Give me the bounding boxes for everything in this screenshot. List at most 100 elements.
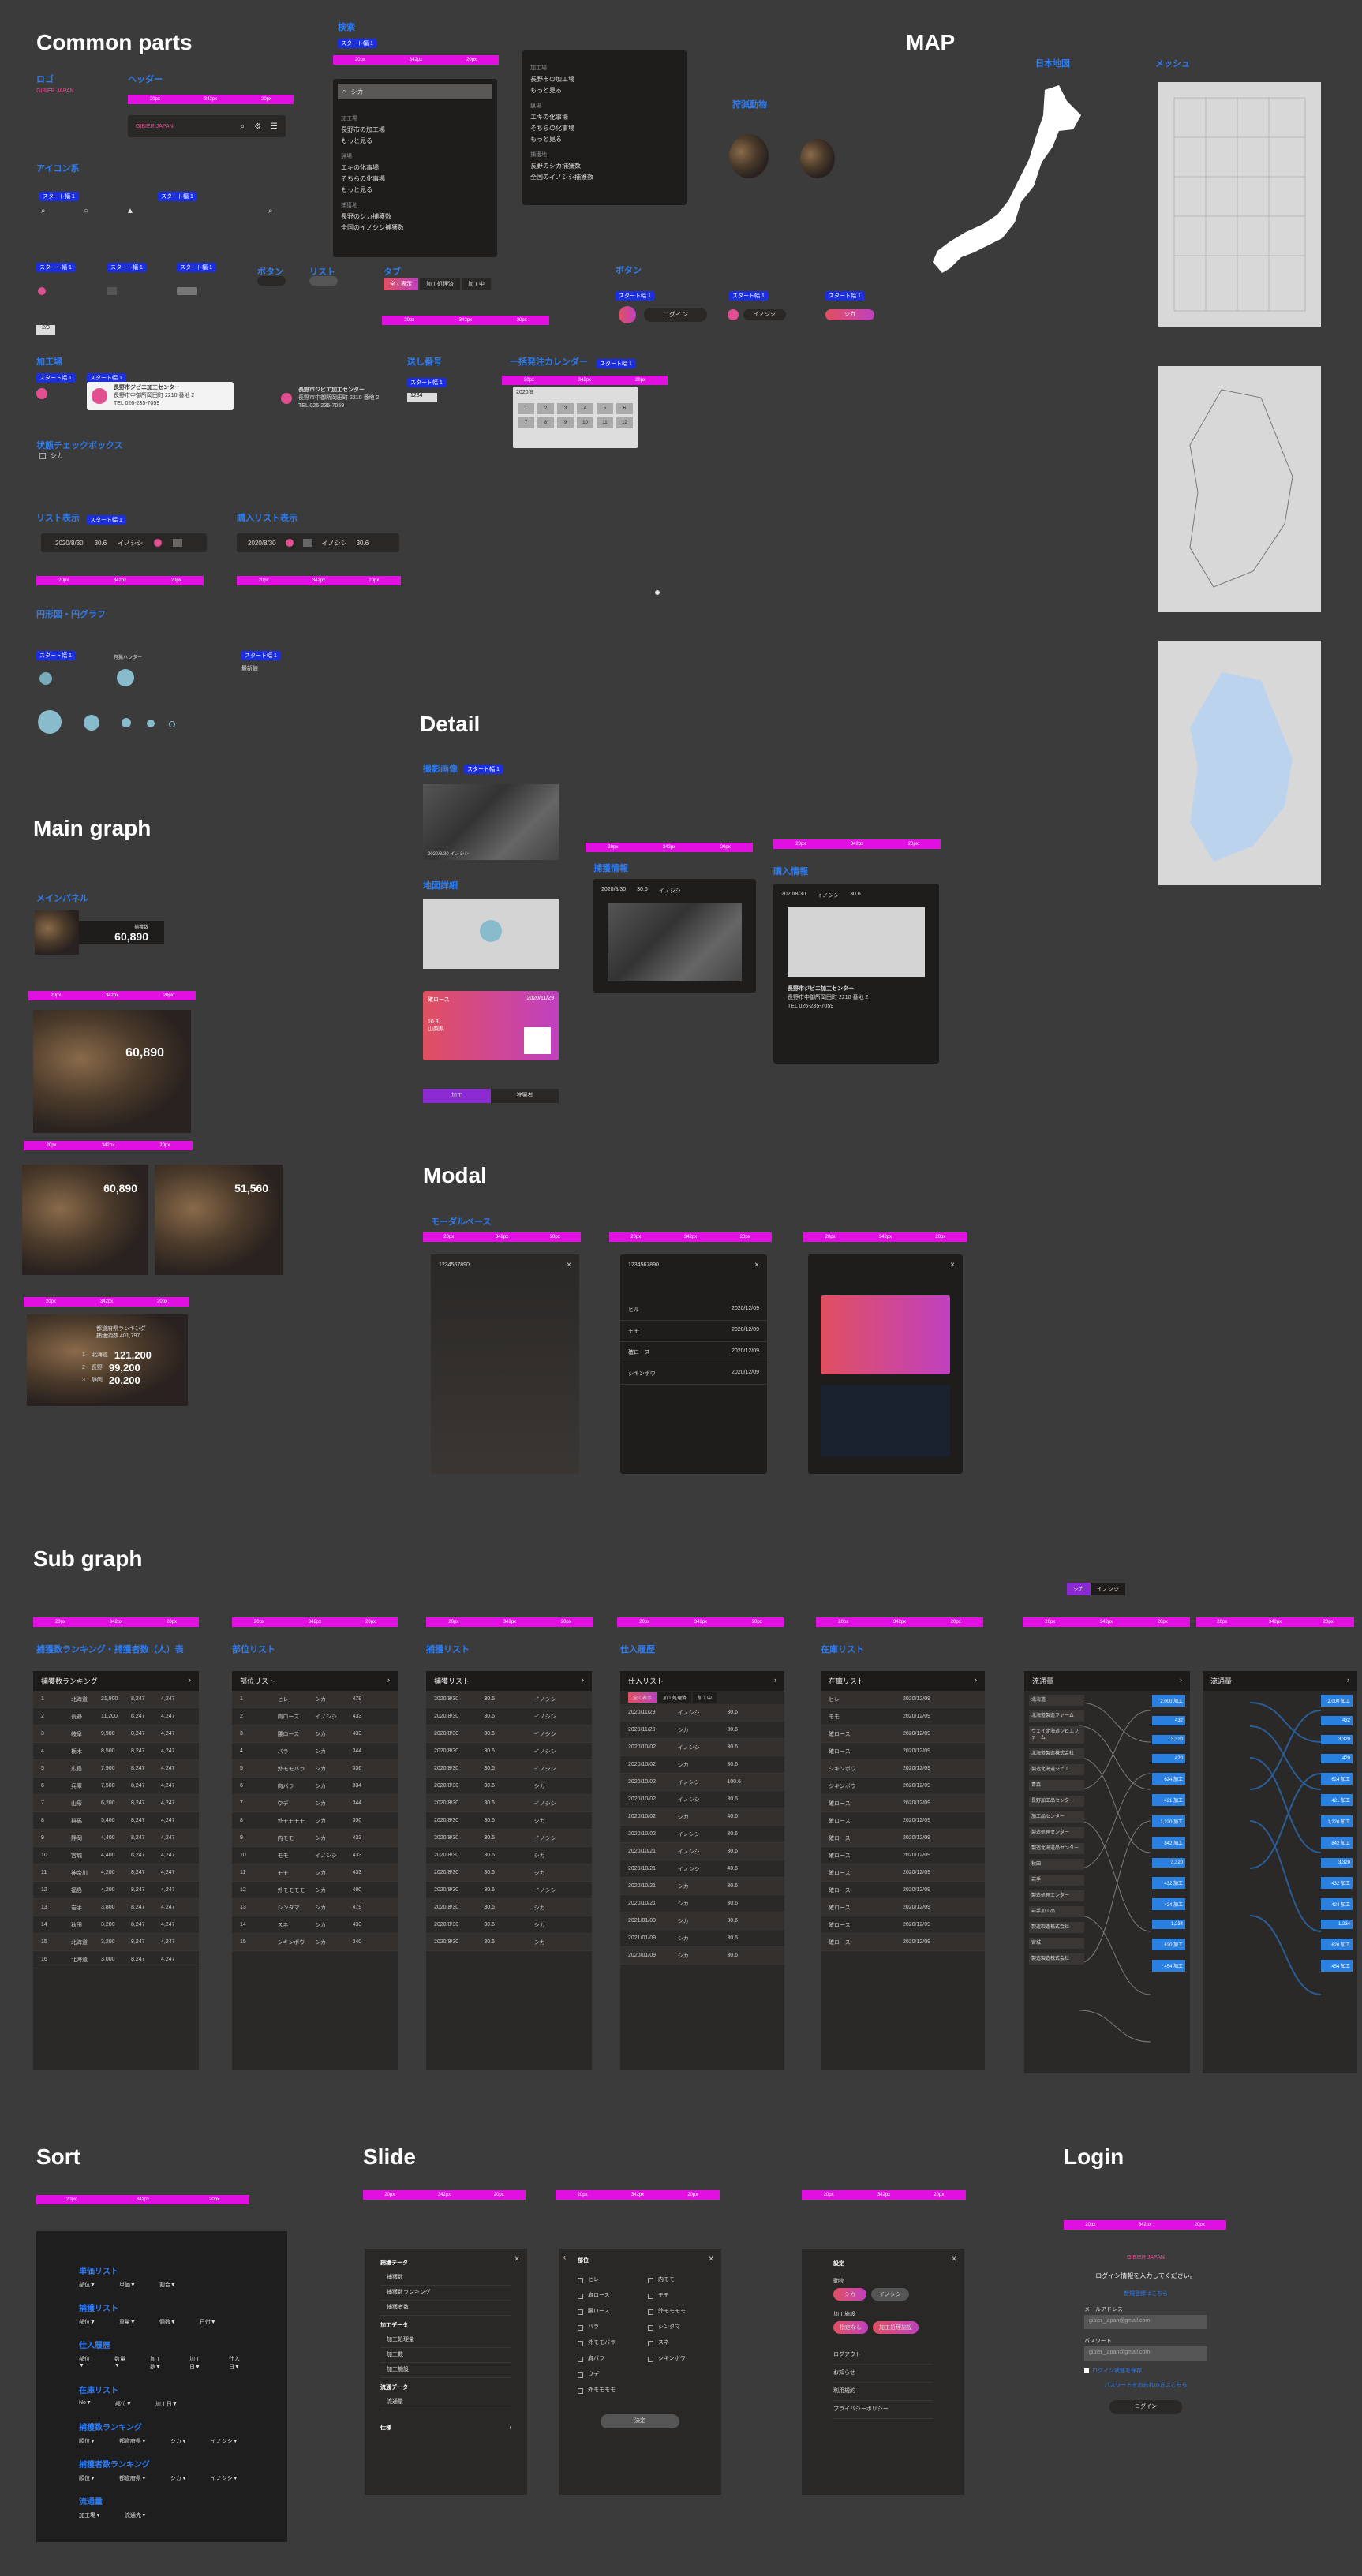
filter-option[interactable]: 外モモモモ — [578, 2383, 632, 2398]
sort-option[interactable]: 単価▼ — [119, 2281, 136, 2289]
menu-item[interactable]: 捕獲者数 — [380, 2301, 511, 2316]
login-button[interactable]: ログイン — [1109, 2400, 1182, 2414]
sort-option[interactable]: 加工場▼ — [79, 2511, 101, 2519]
table-row[interactable]: 2020/8/30 30.6 イノシシ — [426, 1795, 592, 1812]
table-row[interactable]: 2020/8/30 30.6 イノシシ — [426, 1725, 592, 1743]
table-row[interactable]: 11 神奈川 4,200 8,247 4,247 — [33, 1864, 199, 1882]
password-field[interactable]: gibier_japan@gmail.com — [1084, 2346, 1207, 2361]
table-row[interactable]: 14 秋田 3,200 8,247 4,247 — [33, 1916, 199, 1934]
remember-checkbox[interactable]: ログイン状態を保存 — [1084, 2367, 1207, 2375]
table-row[interactable]: 8 外モモモモ シカ 350 — [232, 1812, 398, 1830]
boar-button[interactable]: イノシシ — [871, 2288, 909, 2301]
checkbox-icon[interactable] — [578, 2324, 583, 2331]
bubble[interactable] — [39, 672, 52, 685]
table-row[interactable]: 2020/8/30 30.6 シカ — [426, 1864, 592, 1882]
table-row[interactable]: 10 モモ イノシシ 433 — [232, 1847, 398, 1864]
flow-source[interactable]: 岩手加工品 — [1029, 1906, 1084, 1917]
main-panel-small[interactable]: 捕獲数 60,890 — [35, 910, 164, 955]
checkbox-icon[interactable] — [578, 2356, 583, 2362]
dropdown-item[interactable]: エキの化事場 — [341, 163, 489, 174]
table-row[interactable]: 2 肩ロース イノシシ 433 — [232, 1708, 398, 1725]
sort-option[interactable]: 部位▼ — [79, 2281, 95, 2289]
close-icon[interactable]: × — [952, 2255, 956, 2264]
table-row[interactable]: 確ロース 2020/12/09 — [821, 1864, 985, 1882]
ranking-panel[interactable]: 都道府県ランキング 捕獲頭数 401,797 1 北海道 121,200 2 長野 99,… — [27, 1314, 188, 1406]
dropdown-item[interactable]: 全国のイノシシ捕獲数 — [530, 172, 679, 183]
sort-option[interactable]: 加工日▼ — [189, 2355, 205, 2371]
flow-target[interactable]: 424 加工 — [1152, 1898, 1185, 1910]
flow-target[interactable]: 620 加工 — [1152, 1939, 1185, 1950]
bubble[interactable] — [147, 720, 155, 727]
calendar-day[interactable]: 5 — [597, 403, 613, 414]
flow-target[interactable]: 432 加工 — [1152, 1877, 1185, 1889]
status-checkbox[interactable]: シカ — [39, 451, 63, 460]
table-row[interactable]: モモ 2020/12/09 — [821, 1708, 985, 1725]
calendar-day[interactable]: 9 — [557, 417, 574, 428]
checkbox-icon[interactable] — [578, 2277, 583, 2283]
table-row[interactable]: 2020/11/29 シカ 30.6 — [620, 1722, 784, 1739]
flow-target[interactable]: 421 加工 — [1152, 1794, 1185, 1806]
filter-option[interactable]: バラ — [578, 2320, 632, 2335]
round-pink-button[interactable] — [619, 306, 636, 323]
table-row[interactable]: 2020/10/02 イノシシ 30.6 — [620, 1826, 784, 1843]
flow-source[interactable]: 岩手 — [1029, 1875, 1084, 1886]
table-row[interactable]: 2020/8/30 30.6 シカ — [426, 1812, 592, 1830]
bubble[interactable] — [122, 718, 131, 727]
table-row[interactable]: 2020/10/02 シカ 30.6 — [620, 1756, 784, 1774]
table-row[interactable]: シキンボウ 2020/12/09 — [821, 1760, 985, 1778]
sort-option[interactable]: イノシシ▼ — [211, 2474, 238, 2482]
table-row[interactable]: 8 群馬 5,400 8,247 4,247 — [33, 1812, 199, 1830]
dropdown-item[interactable]: もっと見る — [530, 134, 679, 145]
table-row[interactable]: 15 北海道 3,200 8,247 4,247 — [33, 1934, 199, 1951]
flow-source[interactable]: 北海道製造ファーム — [1029, 1710, 1084, 1722]
table-row[interactable]: 確ロース 2020/12/09 — [821, 1847, 985, 1864]
table-row[interactable]: 確ロース 2020/12/09 — [821, 1934, 985, 1951]
table-row[interactable]: 2020/8/30 30.6 シカ — [426, 1847, 592, 1864]
close-icon[interactable]: × — [514, 2255, 519, 2264]
chip-button[interactable] — [257, 276, 286, 286]
bubble[interactable] — [169, 721, 175, 727]
checkbox-icon[interactable] — [648, 2340, 653, 2346]
table-row[interactable]: 6 肩バラ シカ 334 — [232, 1778, 398, 1795]
chevron-right-icon[interactable]: › — [774, 1676, 776, 1686]
table-row[interactable]: 2020/8/30 30.6 イノシシ — [426, 1691, 592, 1708]
deer-button[interactable]: シカ — [833, 2288, 866, 2301]
calendar-day[interactable]: 7 — [518, 417, 534, 428]
calendar-day[interactable]: 8 — [537, 417, 554, 428]
close-icon[interactable]: × — [754, 1261, 759, 1269]
close-icon[interactable]: × — [567, 1261, 571, 1269]
search-box[interactable]: ⌕ シカ — [338, 84, 492, 99]
checkbox-icon[interactable] — [578, 2309, 583, 2315]
menu-item[interactable]: 加工施設 — [380, 2363, 511, 2378]
table-row[interactable]: 2020/01/09 シカ 30.6 — [620, 1947, 784, 1965]
filter-option[interactable]: 肩ロース — [578, 2288, 632, 2304]
hunt-photo[interactable]: 2020/8/30 イノシシ — [423, 784, 559, 860]
table-row[interactable]: 2020/8/30 30.6 イノシシ — [426, 1743, 592, 1760]
image-icon[interactable] — [173, 539, 183, 547]
checkbox-icon[interactable] — [648, 2324, 653, 2331]
checkbox-icon[interactable] — [578, 2340, 583, 2346]
search-icon[interactable]: ⌕ — [240, 122, 245, 131]
calendar-day[interactable]: 4 — [577, 403, 593, 414]
sort-option[interactable]: 部位▼ — [115, 2400, 132, 2408]
menu-item[interactable]: 捕獲数ランキング — [380, 2286, 511, 2301]
hunt-photo[interactable] — [608, 903, 742, 981]
table-row[interactable]: 4 栃木 8,500 8,247 4,247 — [33, 1743, 199, 1760]
pin-button[interactable] — [38, 287, 46, 295]
calendar-day[interactable]: 3 — [557, 403, 574, 414]
tab-all[interactable]: 全て表示 — [628, 1692, 657, 1703]
tab-processed[interactable]: 加工処理済 — [420, 278, 460, 290]
flow-target[interactable]: 420 — [1321, 1754, 1353, 1763]
stat-panel-1[interactable]: 60,890 — [22, 1165, 148, 1275]
table-row[interactable]: 7 ウデ シカ 344 — [232, 1795, 398, 1812]
checkbox-icon[interactable] — [648, 2277, 653, 2283]
flow-source[interactable]: 北海道 — [1029, 1695, 1084, 1706]
table-row[interactable]: 2020/8/30 30.6 シカ — [426, 1934, 592, 1951]
sort-option[interactable]: No▼ — [79, 2400, 92, 2408]
outline-map[interactable] — [1158, 366, 1321, 612]
sort-option[interactable]: シカ▼ — [170, 2437, 187, 2445]
qr-card[interactable] — [821, 1295, 950, 1374]
table-row[interactable]: 2020/10/21 シカ 30.6 — [620, 1878, 784, 1895]
stat-panel-2[interactable]: 51,560 — [155, 1165, 283, 1275]
tab-processed[interactable]: 加工処理済 — [658, 1692, 692, 1703]
